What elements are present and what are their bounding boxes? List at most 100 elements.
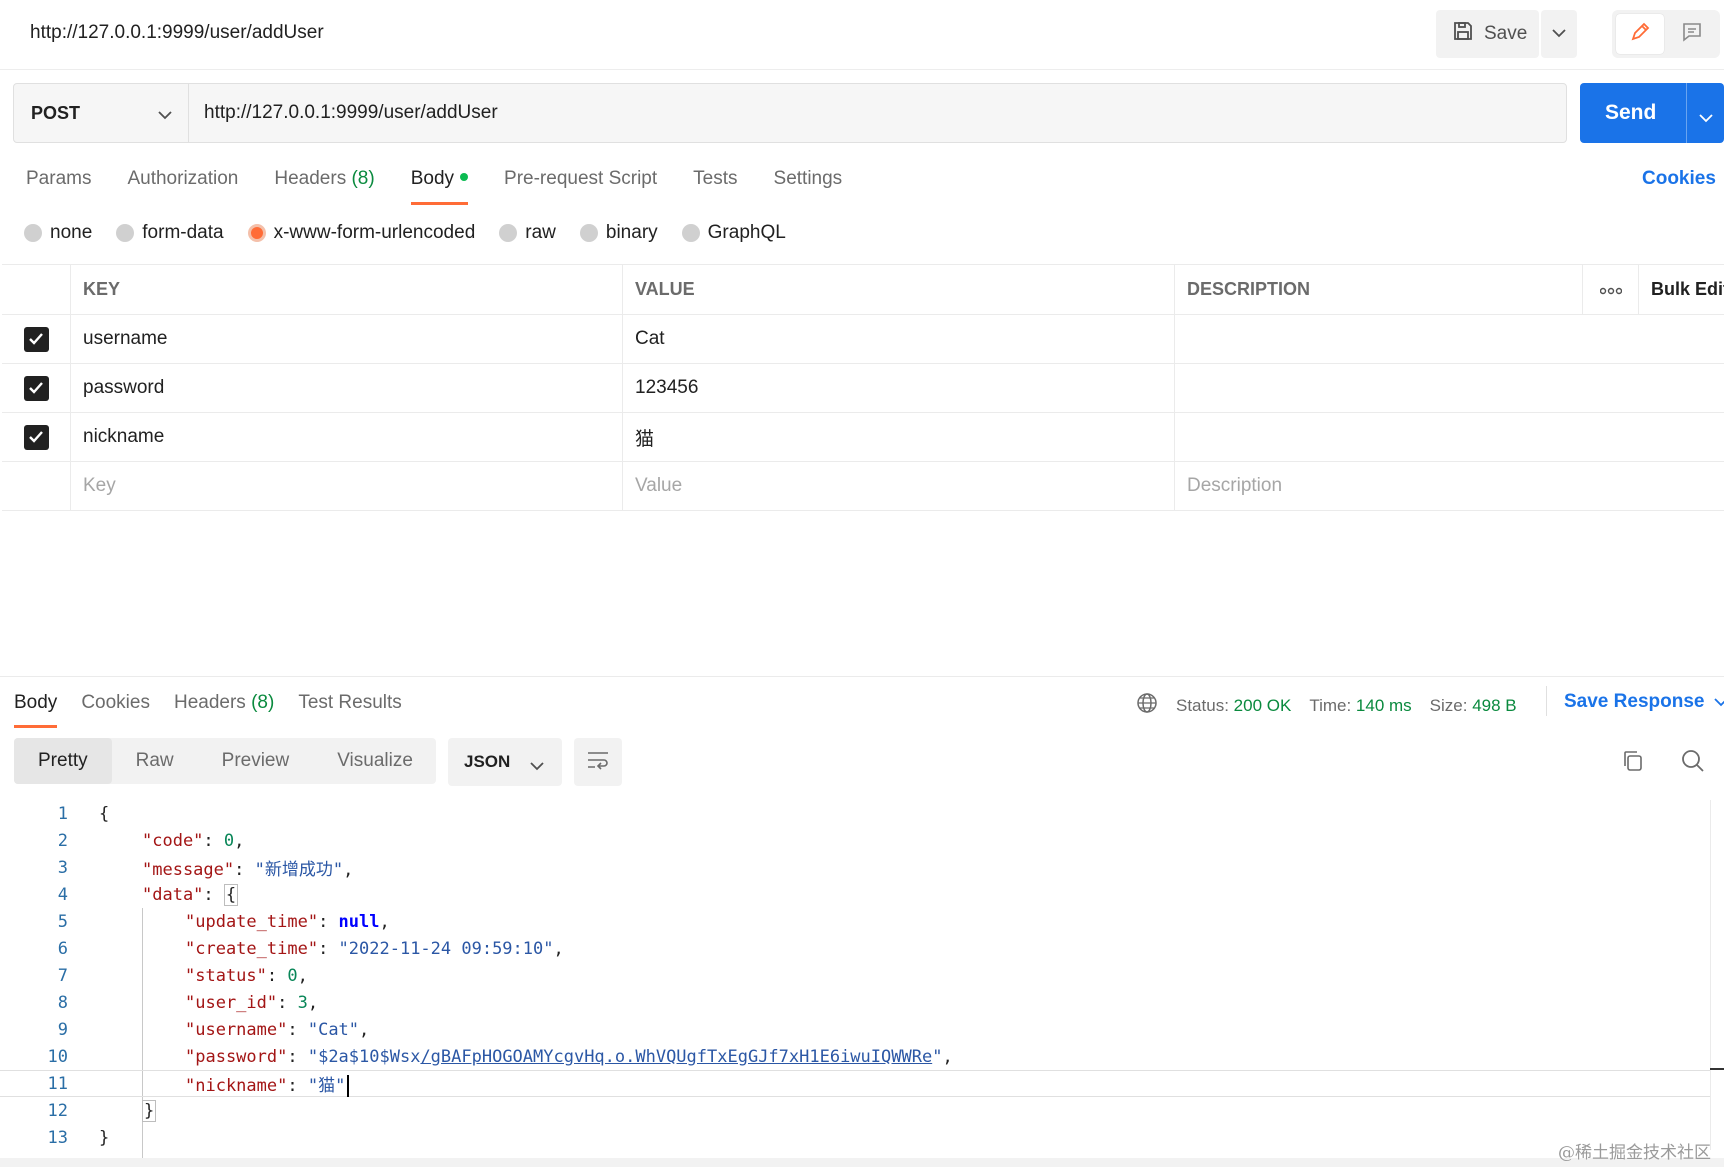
send-button[interactable]: Send	[1580, 83, 1724, 143]
code-line: 4 "data": {	[0, 881, 1710, 908]
row-key[interactable]: password	[70, 364, 622, 412]
request-tabs: Params Authorization Headers (8) Body Pr…	[26, 168, 878, 205]
tab-tests[interactable]: Tests	[693, 168, 737, 204]
radio-form-data[interactable]: form-data	[116, 222, 224, 244]
code-text: "create_time": "2022-11-24 09:59:10",	[185, 938, 564, 959]
radio-label: GraphQL	[707, 222, 786, 243]
row-checkbox[interactable]	[23, 375, 49, 401]
edit-mode-button[interactable]	[1616, 14, 1664, 54]
line-number: 11	[47, 1073, 68, 1094]
code-text: "username": "Cat",	[185, 1019, 370, 1040]
tab-params[interactable]: Params	[26, 168, 91, 204]
response-code-editor[interactable]: 1 { 2 "code": 0, 3 "message": "新增成功", 4 …	[0, 800, 1710, 1158]
cookies-link[interactable]: Cookies	[1642, 168, 1716, 190]
headers-count: (8)	[351, 168, 375, 189]
radio-binary[interactable]: binary	[579, 222, 658, 244]
response-tabs: Body Cookies Headers (8) Test Results	[14, 692, 426, 728]
row-value[interactable]: 123456	[622, 364, 1174, 412]
status-value: 200 OK	[1233, 695, 1292, 715]
row-value[interactable]: Cat	[622, 315, 1174, 363]
url-bar: POST http://127.0.0.1:9999/user/addUser	[13, 83, 1567, 143]
radio-label: none	[50, 222, 93, 243]
radio-raw[interactable]: raw	[499, 222, 556, 244]
radio-label: form-data	[142, 222, 224, 243]
code-brace: }	[99, 1127, 110, 1148]
resp-tab-headers[interactable]: Headers (8)	[174, 692, 274, 714]
line-number: 13	[47, 1127, 68, 1148]
size-readout[interactable]: Size: 498 B	[1430, 696, 1517, 716]
time-readout[interactable]: Time: 140 ms	[1309, 696, 1411, 716]
resp-tab-body[interactable]: Body	[14, 692, 58, 728]
view-preview[interactable]: Preview	[198, 738, 314, 784]
globe-icon[interactable]	[1136, 692, 1158, 719]
row-description[interactable]	[1174, 364, 1582, 412]
tab-settings[interactable]: Settings	[774, 168, 843, 204]
view-visualize[interactable]: Visualize	[313, 738, 437, 784]
resp-tab-headers-label: Headers	[173, 692, 246, 713]
view-raw[interactable]: Raw	[112, 738, 198, 784]
json-key: "code"	[142, 830, 204, 851]
description-input[interactable]: Description	[1174, 462, 1582, 510]
row-key[interactable]: username	[70, 315, 622, 363]
save-button[interactable]: Save	[1436, 10, 1539, 58]
request-title[interactable]: http://127.0.0.1:9999/user/addUser	[30, 22, 324, 44]
tab-pre-request-script[interactable]: Pre-request Script	[504, 168, 657, 204]
wrap-lines-button[interactable]	[574, 738, 622, 786]
pencil-icon	[1629, 21, 1651, 48]
radio-urlencoded[interactable]: x-www-form-urlencoded	[247, 222, 475, 244]
chevron-down-icon	[1714, 691, 1724, 713]
watermark: @稀土掘金技术社区	[1558, 1143, 1711, 1163]
header-value: VALUE	[622, 265, 1174, 314]
save-dropdown-button[interactable]	[1541, 10, 1577, 58]
tab-authorization[interactable]: Authorization	[127, 168, 238, 204]
response-meta: Status: 200 OK Time: 140 ms Size: 498 B	[1136, 692, 1535, 719]
bottom-scrollbar[interactable]	[0, 1158, 1724, 1167]
table-header-row: KEY VALUE DESCRIPTION Bulk Edit	[2, 264, 1724, 315]
editor-scrollbar-track[interactable]	[1710, 800, 1711, 1150]
matched-brace: {	[223, 883, 239, 906]
view-pretty[interactable]: Pretty	[14, 738, 112, 784]
row-checkbox[interactable]	[23, 424, 49, 450]
row-description[interactable]	[1174, 315, 1582, 363]
line-number: 3	[57, 857, 68, 878]
more-options-button[interactable]	[1582, 265, 1638, 314]
row-checkbox[interactable]	[23, 326, 49, 352]
value-input[interactable]: Value	[622, 462, 1174, 510]
status-readout[interactable]: Status: 200 OK	[1176, 696, 1291, 716]
radio-graphql[interactable]: GraphQL	[681, 222, 786, 244]
save-response-button[interactable]: Save Response	[1564, 691, 1724, 713]
chevron-down-icon[interactable]	[1699, 105, 1713, 129]
copy-button[interactable]	[1620, 748, 1646, 779]
tab-headers-label: Headers	[274, 168, 347, 189]
radio-circle-checked	[247, 224, 266, 242]
row-key[interactable]: nickname	[70, 413, 622, 461]
bulk-edit-button[interactable]: Bulk Edit	[1638, 265, 1724, 314]
key-input[interactable]: Key	[70, 462, 622, 510]
resp-tab-test-results[interactable]: Test Results	[298, 692, 401, 714]
chevron-down-icon	[530, 756, 544, 776]
row-description[interactable]	[1174, 413, 1582, 461]
scrollbar-marker	[1710, 1068, 1724, 1070]
json-string-link[interactable]: /gBAFpHOGOAMYcgvHq.o.WhVQUgfTxEgGJf7xH1E…	[420, 1047, 932, 1067]
method-select[interactable]: POST	[14, 84, 189, 142]
table-row: password 123456	[2, 364, 1724, 413]
radio-none[interactable]: none	[24, 222, 92, 244]
chevron-down-icon	[1552, 25, 1566, 43]
save-response-label: Save Response	[1564, 691, 1705, 712]
code-text: }	[99, 1128, 109, 1148]
checkmark-icon	[29, 333, 43, 345]
row-value[interactable]: 猫	[622, 413, 1174, 461]
json-key: "nickname"	[185, 1075, 288, 1096]
top-bar: http://127.0.0.1:9999/user/addUser Save	[0, 0, 1724, 70]
code-line: 8 "user_id": 3,	[0, 989, 1710, 1016]
comments-button[interactable]	[1668, 14, 1716, 54]
search-button[interactable]	[1680, 748, 1706, 779]
header-checkbox-cell	[2, 265, 70, 314]
format-select[interactable]: JSON	[448, 738, 562, 786]
json-key: "data"	[142, 884, 204, 905]
tab-body[interactable]: Body	[410, 168, 469, 205]
tab-headers[interactable]: Headers (8)	[274, 168, 374, 204]
resp-tab-cookies[interactable]: Cookies	[81, 692, 150, 714]
code-brace: {	[99, 803, 110, 824]
url-input[interactable]: http://127.0.0.1:9999/user/addUser	[204, 102, 498, 124]
